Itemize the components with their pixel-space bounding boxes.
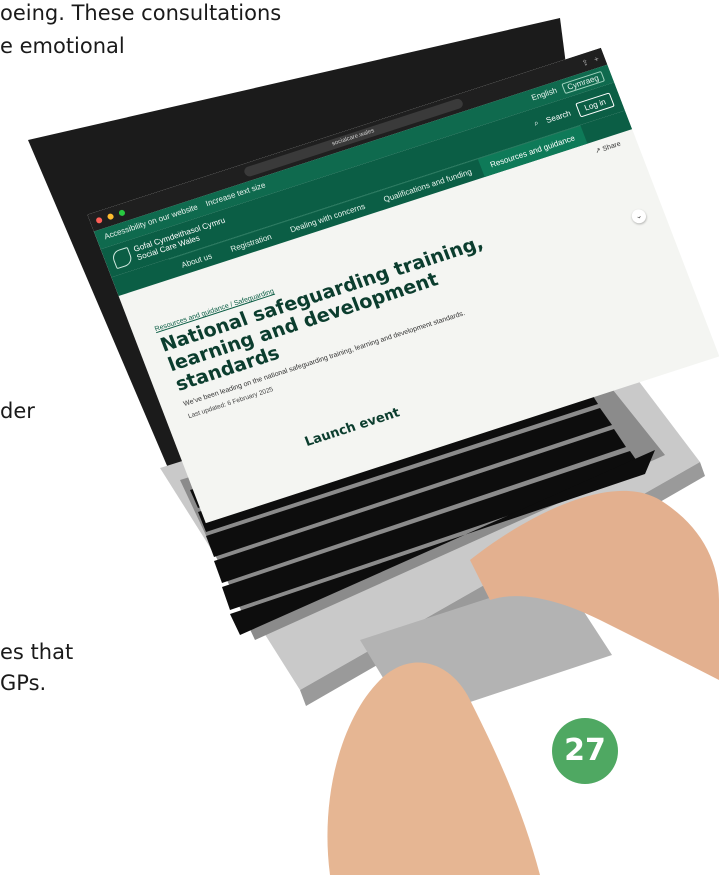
login-button[interactable]: Log in: [575, 91, 615, 117]
chevron-down-icon[interactable]: ⌄: [629, 207, 649, 226]
page-number-badge: 27: [552, 718, 618, 784]
search-link[interactable]: Search: [545, 108, 572, 124]
share-icon[interactable]: ⇪: [580, 57, 590, 67]
search-icon[interactable]: ⌕: [533, 118, 541, 129]
close-window-icon[interactable]: [95, 216, 104, 225]
share-label: Share: [601, 140, 622, 153]
logo-icon: [110, 246, 134, 270]
share-link[interactable]: ↗ Share: [594, 140, 622, 156]
left-hand: [327, 662, 540, 875]
maximize-window-icon[interactable]: [118, 209, 126, 217]
new-tab-icon[interactable]: +: [592, 54, 600, 64]
minimize-window-icon[interactable]: [106, 212, 115, 221]
